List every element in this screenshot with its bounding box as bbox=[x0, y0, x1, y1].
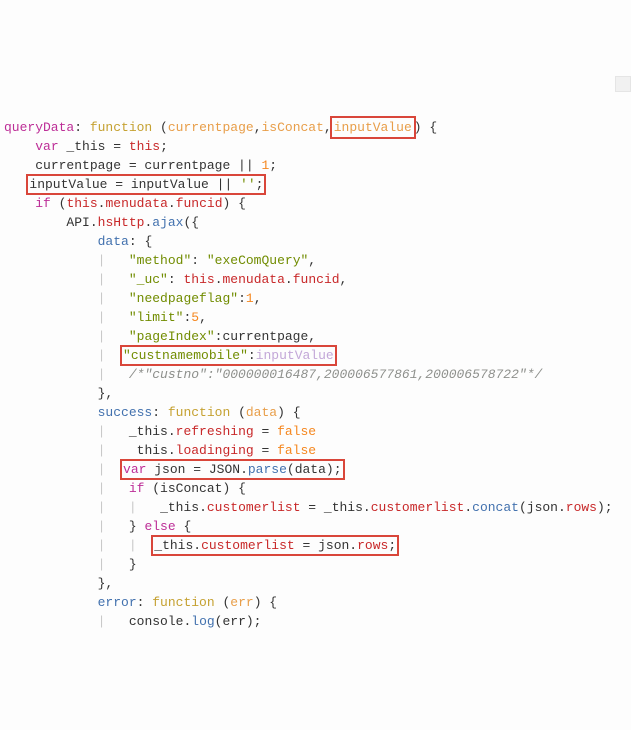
line: | "custnamemobile":inputValue bbox=[4, 348, 336, 363]
line: if (this.menudata.funcid) { bbox=[4, 196, 246, 211]
highlight-box-param-inputvalue: inputValue bbox=[332, 118, 414, 137]
line: API.hsHttp.ajax({ bbox=[4, 215, 199, 230]
line: | console.log(err); bbox=[4, 614, 261, 629]
line: error: function (err) { bbox=[4, 595, 277, 610]
highlight-box-custnamemobile: "custnamemobile":inputValue bbox=[121, 346, 336, 365]
line: | "needpageflag":1, bbox=[4, 291, 262, 306]
line: | | _this.customerlist = _this.customerl… bbox=[4, 500, 613, 515]
line: | _this.refreshing = false bbox=[4, 424, 316, 439]
line: | "pageIndex":currentpage, bbox=[4, 329, 316, 344]
line: | "_uc": this.menudata.funcid, bbox=[4, 272, 347, 287]
line: inputValue = inputValue || ''; bbox=[4, 177, 265, 192]
highlight-box-json-parse: var json = JSON.parse(data); bbox=[121, 460, 343, 479]
line: | this.loadinging = false bbox=[4, 443, 316, 458]
line: var _this = this; bbox=[4, 139, 168, 154]
line: queryData: function (currentpage,isConca… bbox=[4, 120, 437, 135]
line: | } else { bbox=[4, 519, 191, 534]
line: | } bbox=[4, 557, 137, 572]
line: | | _this.customerlist = json.rows; bbox=[4, 538, 398, 553]
line: | var json = JSON.parse(data); bbox=[4, 462, 344, 477]
code-block: queryData: function (currentpage,isConca… bbox=[0, 76, 631, 635]
highlight-box-inputvalue-default: inputValue = inputValue || ''; bbox=[27, 175, 265, 194]
line: | "method": "exeComQuery", bbox=[4, 253, 316, 268]
line: }, bbox=[4, 386, 113, 401]
fn-name: queryData bbox=[4, 120, 74, 135]
line: }, bbox=[4, 576, 113, 591]
line: | if (isConcat) { bbox=[4, 481, 246, 496]
line: success: function (data) { bbox=[4, 405, 301, 420]
scrollbar-corner bbox=[615, 76, 631, 92]
highlight-box-customerlist-assign: _this.customerlist = json.rows; bbox=[152, 536, 398, 555]
line: data: { bbox=[4, 234, 152, 249]
line: | /*"custno":"000000016487,200006577861,… bbox=[4, 367, 542, 382]
line: | "limit":5, bbox=[4, 310, 207, 325]
line: currentpage = currentpage || 1; bbox=[4, 158, 277, 173]
